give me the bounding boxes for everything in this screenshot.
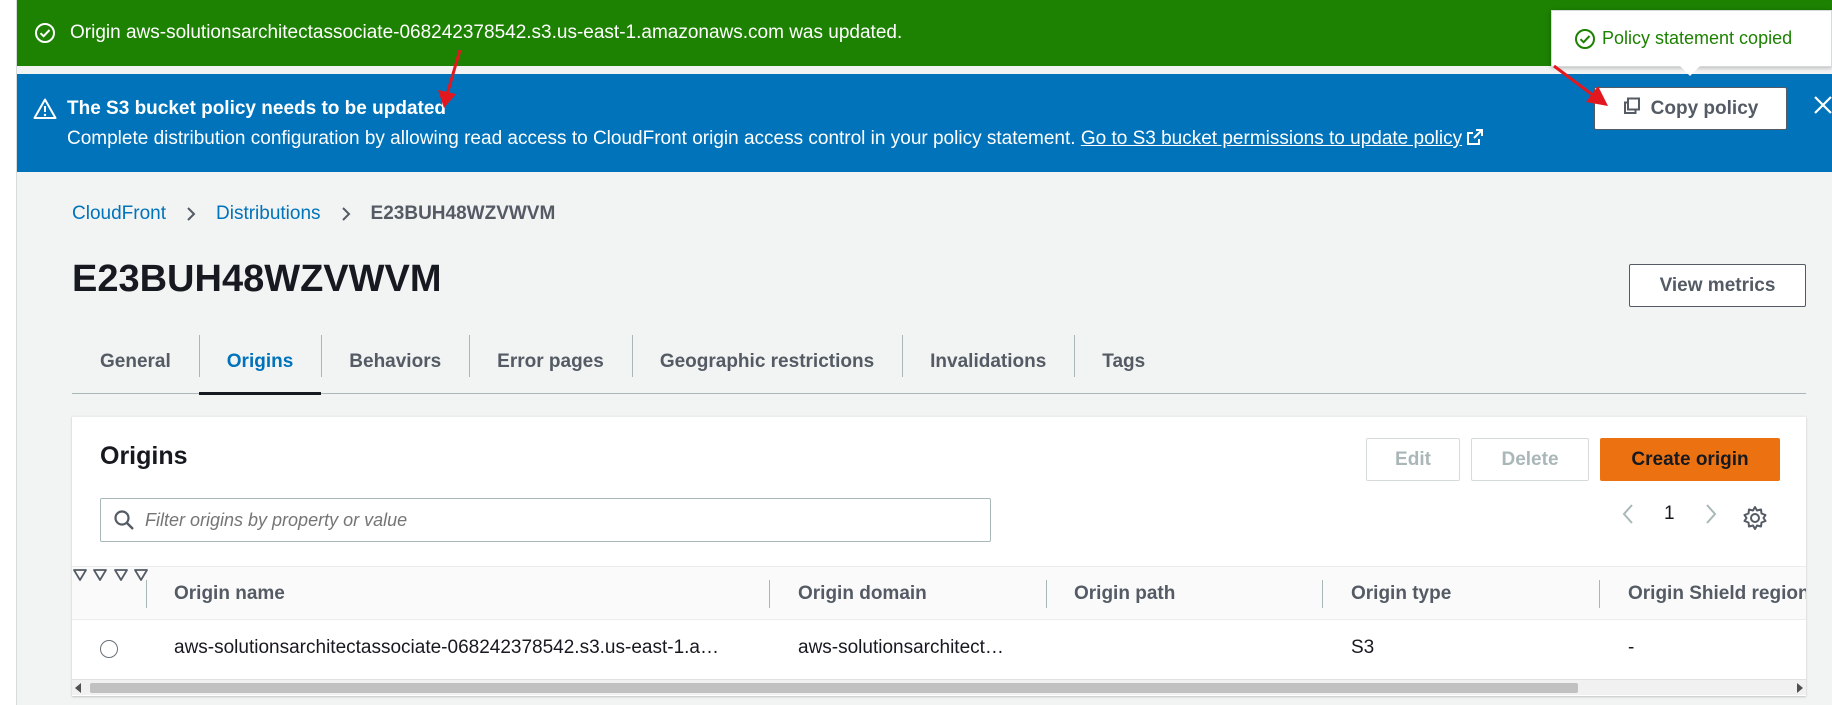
origins-panel: Origins Edit Delete Create origin 1 Orig… [72, 416, 1806, 696]
popover-message: Policy statement copied [1602, 28, 1793, 48]
dismiss-close-icon[interactable] [1812, 94, 1832, 116]
tab-origins[interactable]: Origins [198, 330, 322, 395]
scroll-left-icon[interactable] [75, 683, 81, 693]
info-flash: The S3 bucket policy needs to be updated… [17, 74, 1832, 172]
cell-origin-shield-region: - [1628, 637, 1635, 658]
copy-policy-button[interactable]: Copy policy [1594, 87, 1787, 130]
chevron-left-icon[interactable] [1620, 503, 1636, 525]
column-label: Origin name [174, 583, 285, 604]
tab-general[interactable]: General [72, 330, 199, 394]
chevron-right-icon [339, 207, 353, 221]
tab-invalidations[interactable]: Invalidations [902, 330, 1074, 394]
tab-geographic-restrictions[interactable]: Geographic restrictions [631, 330, 902, 394]
copy-policy-label: Copy policy [1650, 97, 1759, 119]
info-title: The S3 bucket policy needs to be updated [67, 98, 447, 119]
chevron-right-icon [184, 207, 198, 221]
view-metrics-button[interactable]: View metrics [1629, 264, 1806, 307]
warning-icon [33, 97, 57, 121]
column-label: Origin type [1351, 583, 1452, 604]
left-gutter [0, 0, 17, 705]
column-divider [1046, 580, 1047, 608]
column-label: Origin Shield region [1628, 583, 1806, 604]
table-header: Origin name Origin domain Origin path Or… [72, 566, 1806, 620]
sort-caret-icon[interactable] [92, 569, 108, 587]
popover-arrow [1680, 66, 1700, 76]
gear-icon[interactable] [1742, 505, 1768, 531]
check-circle-icon [34, 22, 56, 44]
search-icon [113, 509, 135, 531]
column-origin-name[interactable]: Origin name [174, 567, 285, 621]
column-label: Origin domain [798, 583, 927, 604]
sort-caret-icon[interactable] [72, 569, 88, 587]
tab-tags[interactable]: Tags [1074, 330, 1173, 394]
info-body: Complete distribution configuration by a… [67, 128, 1484, 150]
s3-permissions-link[interactable]: Go to S3 bucket permissions to update po… [1081, 128, 1462, 149]
origins-title: Origins [100, 442, 188, 470]
search-input[interactable] [145, 509, 965, 531]
check-circle-icon [1574, 28, 1596, 50]
breadcrumb-distributions[interactable]: Distributions [216, 203, 321, 225]
cell-origin-domain: aws-solutionsarchitect… [798, 637, 1004, 658]
page-title: E23BUH48WZVWVM [72, 258, 442, 300]
row-select-radio[interactable] [100, 640, 118, 658]
chevron-right-icon[interactable] [1703, 503, 1719, 525]
breadcrumb-current: E23BUH48WZVWVM [370, 203, 556, 224]
column-divider [1599, 580, 1600, 608]
edit-button[interactable]: Edit [1366, 438, 1460, 481]
column-origin-path[interactable]: Origin path [1074, 567, 1175, 621]
column-divider [1322, 580, 1323, 608]
breadcrumb: CloudFront Distributions E23BUH48WZVWVM [72, 203, 555, 225]
external-link-icon[interactable] [1466, 128, 1484, 146]
table-row[interactable]: aws-solutionsarchitectassociate-06824237… [72, 621, 1806, 675]
tab-bar: General Origins Behaviors Error pages Ge… [72, 330, 1806, 395]
info-body-text: Complete distribution configuration by a… [67, 128, 1081, 149]
pagination: 1 [1620, 503, 1719, 525]
column-divider [769, 580, 770, 608]
success-message: Origin aws-solutionsarchitectassociate-0… [70, 22, 903, 43]
column-label: Origin path [1074, 583, 1176, 604]
scroll-right-icon[interactable] [1797, 683, 1803, 693]
tab-behaviors[interactable]: Behaviors [321, 330, 469, 394]
column-origin-type[interactable]: Origin type [1351, 567, 1451, 621]
column-divider [146, 580, 147, 608]
horizontal-scrollbar[interactable] [72, 679, 1806, 695]
column-origin-shield-region[interactable]: Origin Shield region [1628, 567, 1806, 621]
page-number[interactable]: 1 [1664, 503, 1675, 525]
column-origin-domain[interactable]: Origin domain [798, 567, 927, 621]
tab-error-pages[interactable]: Error pages [469, 330, 632, 394]
scrollbar-thumb[interactable] [90, 683, 1578, 693]
copied-popover: Policy statement copied [1551, 10, 1832, 67]
origins-filter[interactable] [100, 498, 991, 542]
copy-icon [1623, 97, 1641, 121]
breadcrumb-cloudfront[interactable]: CloudFront [72, 203, 166, 225]
cell-origin-type: S3 [1351, 637, 1375, 658]
cell-origin-name: aws-solutionsarchitectassociate-06824237… [174, 637, 719, 658]
sort-caret-icon[interactable] [113, 569, 129, 587]
delete-button[interactable]: Delete [1471, 438, 1589, 481]
create-origin-button[interactable]: Create origin [1600, 438, 1780, 481]
